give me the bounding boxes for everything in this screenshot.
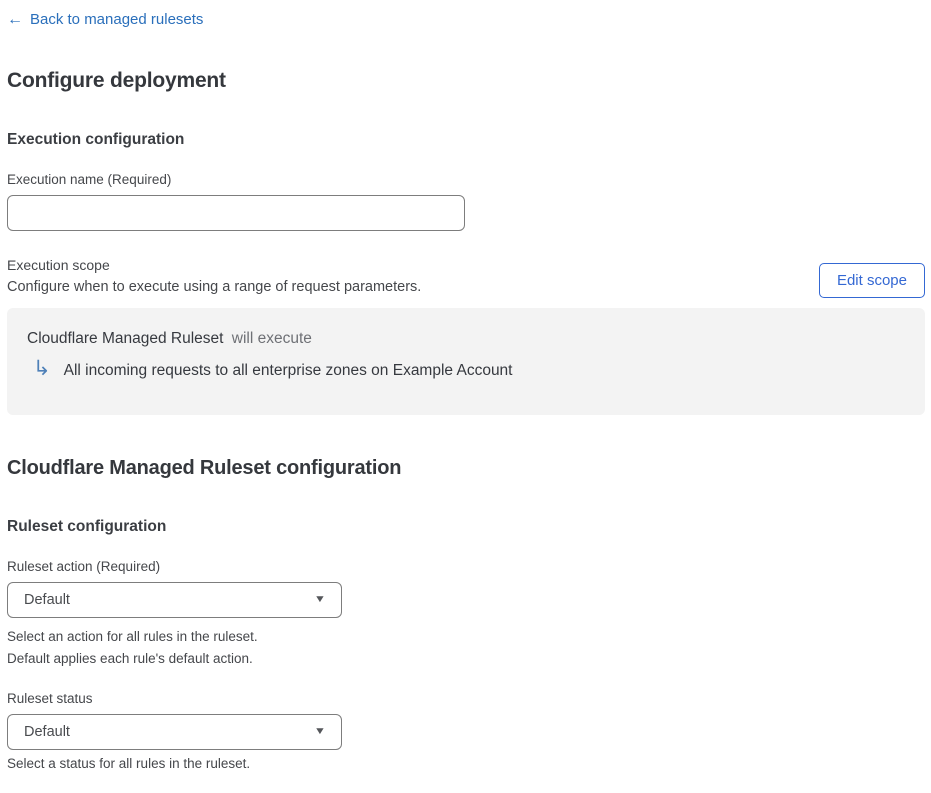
ruleset-status-help-line1: Select a status for all rules in the rul…: [7, 755, 251, 771]
execution-name-label: Execution name (Required): [7, 171, 172, 187]
execution-scope-row: Execution scope Configure when to execut…: [7, 257, 925, 298]
edit-scope-button[interactable]: Edit scope: [818, 262, 925, 298]
summary-scope-line: ↳ All incoming requests to all enterpris…: [27, 356, 905, 382]
dropdown-caret-icon: ▼: [313, 594, 327, 605]
execution-configuration-heading: Execution configuration: [7, 130, 185, 148]
back-link-label: Back to managed rulesets: [30, 11, 204, 28]
ruleset-configuration-heading: Cloudflare Managed Ruleset configuration: [7, 456, 402, 479]
back-arrow-icon: ←: [7, 10, 23, 28]
execution-scope-summary: Cloudflare Managed Ruleset will execute …: [7, 307, 925, 415]
summary-will-execute-line: Cloudflare Managed Ruleset will execute: [27, 330, 905, 348]
ruleset-status-selected-value: Default: [24, 723, 70, 740]
ruleset-action-selected-value: Default: [24, 591, 70, 608]
branch-arrow-icon: ↳: [33, 356, 51, 380]
execution-scope-text: Execution scope Configure when to execut…: [7, 257, 421, 295]
ruleset-action-label: Ruleset action (Required): [7, 558, 161, 574]
ruleset-status-select[interactable]: Default ▼: [7, 713, 342, 750]
back-link[interactable]: ← Back to managed rulesets: [7, 11, 203, 28]
execution-scope-description: Configure when to execute using a range …: [7, 278, 422, 295]
dropdown-caret-icon: ▼: [313, 726, 327, 737]
summary-ruleset-name: Cloudflare Managed Ruleset: [27, 329, 224, 347]
ruleset-status-label: Ruleset status: [7, 690, 93, 706]
ruleset-action-help: Select an action for all rules in the ru…: [7, 626, 925, 670]
ruleset-configuration-subheading: Ruleset configuration: [7, 517, 167, 535]
summary-scope-value: All incoming requests to all enterprise …: [63, 362, 513, 379]
ruleset-action-help-line2: Default applies each rule's default acti…: [7, 650, 253, 666]
execution-scope-label: Execution scope: [7, 256, 110, 273]
execution-name-input[interactable]: [7, 194, 465, 231]
summary-will-execute-label: will execute: [231, 329, 312, 347]
page-title: Configure deployment: [7, 68, 226, 92]
configure-deployment-page: ← Back to managed rulesets Configure dep…: [0, 0, 931, 793]
ruleset-action-select[interactable]: Default ▼: [7, 581, 342, 618]
ruleset-action-help-line1: Select an action for all rules in the ru…: [7, 628, 258, 644]
